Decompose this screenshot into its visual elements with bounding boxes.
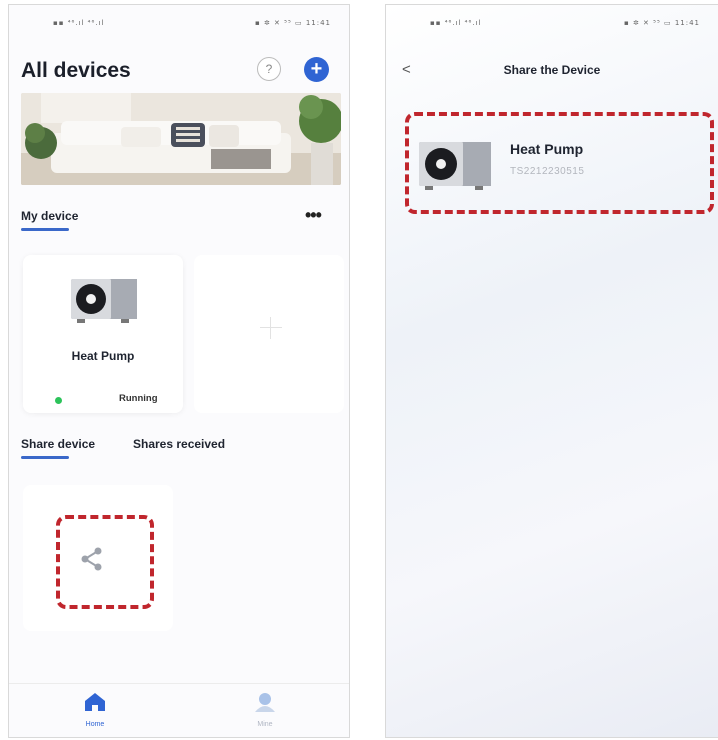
system-indicators: ▪ ✲ ✕ ⁵⁵ ▭ 11:41 [624,19,700,27]
status-bar: ▪▪ ⁴⁶.ıl ⁴⁶.ıl ▪ ✲ ✕ ⁵⁵ ▭ 11:41 [386,19,718,33]
share-screen: ▪▪ ⁴⁶.ıl ⁴⁶.ıl ▪ ✲ ✕ ⁵⁵ ▭ 11:41 < Share … [385,4,718,738]
status-bar: ▪▪ ⁴⁶.ıl ⁴⁶.ıl ▪ ✲ ✕ ⁵⁵ ▭ 11:41 [9,19,349,33]
nav-mine-label: Mine [257,721,273,728]
nav-home[interactable]: Home [65,692,125,728]
tab-underline [21,228,69,231]
add-device-card[interactable] [194,255,344,413]
nav-home-label: Home [85,721,105,728]
device-name: Heat Pump [71,349,135,363]
bottom-nav: Home Mine [9,683,349,737]
add-device-button[interactable]: + [304,57,329,82]
tab-share-device[interactable]: Share device [21,437,95,451]
nav-mine[interactable]: Mine [235,692,295,728]
tab-underline [21,456,69,459]
help-button[interactable]: ? [257,57,281,81]
home-screen: ▪▪ ⁴⁶.ıl ⁴⁶.ıl ▪ ✲ ✕ ⁵⁵ ▭ 11:41 All devi… [8,4,350,738]
highlight-box [405,112,714,214]
page-title: Share the Device [503,63,601,77]
page-title: All devices [21,59,131,82]
signal-indicators: ▪▪ ⁴⁶.ıl ⁴⁶.ıl [430,19,482,27]
device-card[interactable]: Heat Pump Running [23,255,183,413]
device-status: Running [119,393,158,404]
signal-indicators: ▪▪ ⁴⁶.ıl ⁴⁶.ıl [53,19,105,27]
banner-illustration [21,93,341,185]
user-icon [255,693,275,712]
living-room-banner [21,93,341,185]
system-indicators: ▪ ✲ ✕ ⁵⁵ ▭ 11:41 [255,19,331,27]
heat-pump-image [71,279,137,323]
home-icon [85,693,105,711]
status-indicator-dot [55,397,62,404]
tab-shares-received[interactable]: Shares received [133,437,225,451]
more-options-button[interactable]: ••• [305,205,322,226]
tab-my-device[interactable]: My device [21,209,78,223]
highlight-box [56,515,154,609]
plus-icon [260,317,282,339]
